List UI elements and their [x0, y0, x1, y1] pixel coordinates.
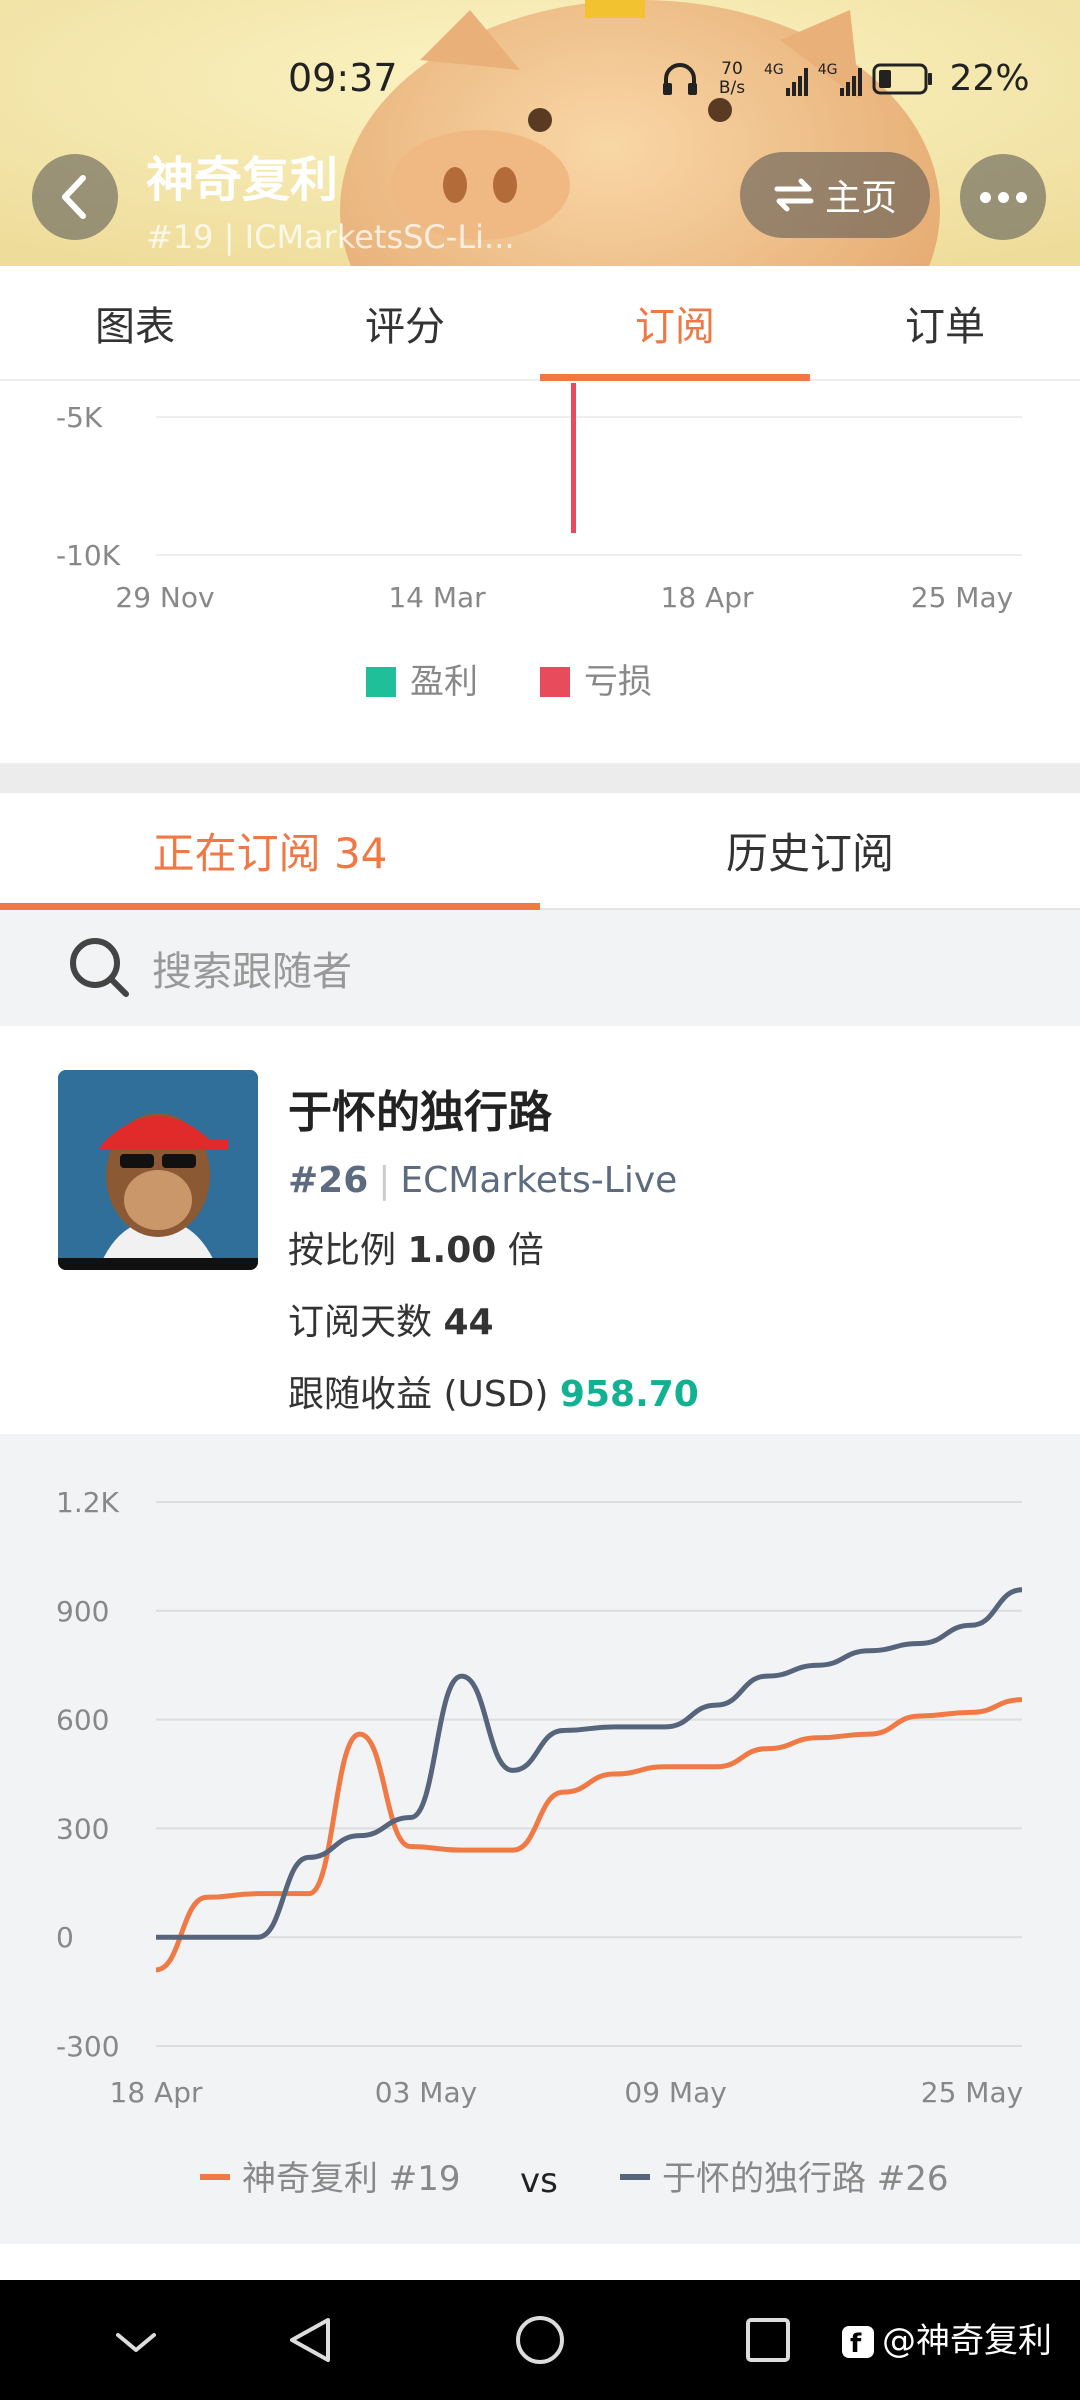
days-label: 订阅天数 — [288, 1302, 433, 1343]
avatar[interactable] — [58, 1070, 258, 1270]
follower-card[interactable]: 于怀的独行路 #26 | ECMarkets-Live 按比例 1.00 倍 订阅天… — [0, 1026, 1080, 1434]
follower-days: 订阅天数 44 — [288, 1293, 699, 1345]
watermark-text: @神奇复利 — [882, 2321, 1052, 2361]
more-options-button[interactable] — [960, 154, 1046, 240]
section-separator — [0, 763, 1080, 793]
tab-history-subscriptions[interactable]: 历史订阅 — [540, 793, 1080, 908]
legend-swatch-profit — [366, 667, 396, 697]
comparison-chart: 1.2K 900 600 300 0 -300 18 Apr 03 May 09 May 25 … — [0, 1434, 1080, 2244]
follower-server: ECMarkets-Live — [400, 1160, 678, 1201]
nav-back-icon[interactable] — [290, 2318, 330, 2362]
header-banner: 09:37 70 B/s 4G 4G 22% 神奇复利 #19 | ICMarke… — [0, 0, 1080, 266]
legend-profit-label: 盈利 — [410, 662, 478, 702]
follower-profit: 跟随收益 (USD) 958.70 — [288, 1365, 699, 1417]
status-time: 09:37 — [288, 56, 398, 100]
legend-loss-label: 亏损 — [584, 662, 652, 702]
x-tick-label: 14 Mar — [388, 581, 486, 614]
x-tick-label: 29 Nov — [115, 581, 214, 614]
nav-icons: f @神奇复利 — [116, 2316, 1052, 2364]
search-bar[interactable]: 搜索跟随者 — [0, 910, 1080, 1026]
ratio-unit: 倍 — [507, 1230, 544, 1271]
days-value: 44 — [443, 1302, 494, 1343]
x-tick-label: 09 May — [624, 2076, 726, 2109]
y-tick-label: 300 — [56, 1812, 109, 1845]
tab-subscription[interactable]: 订阅 — [540, 266, 810, 381]
legend-swatch-loss — [540, 667, 570, 697]
y-tick-label: -5K — [56, 401, 103, 434]
ratio-value: 1.00 — [407, 1230, 497, 1271]
ratio-label: 按比例 — [288, 1230, 397, 1271]
y-tick-label: -10K — [56, 539, 121, 572]
profit-loss-chart-svg: -5K -10K 29 Nov 14 Mar 18 Apr 25 May 盈利 … — [56, 383, 1022, 702]
legend-label-a: 神奇复利 #19 — [242, 2159, 461, 2199]
ape-avatar-image — [58, 1070, 258, 1270]
x-tick-label: 18 Apr — [110, 2076, 203, 2109]
net-speed-value: 70 — [721, 58, 743, 79]
page-subtitle: #19 | ICMarketsSC-Li... — [146, 218, 515, 256]
net-speed: 70 B/s — [710, 58, 754, 98]
series-line-b — [156, 1587, 1023, 1940]
tab-rating[interactable]: 评分 — [270, 266, 540, 379]
loss-bar — [571, 383, 576, 533]
system-nav-bar: f @神奇复利 — [0, 2280, 1080, 2400]
follower-ratio: 按比例 1.00 倍 — [288, 1221, 699, 1273]
tab-orders[interactable]: 订单 — [810, 266, 1080, 379]
battery-percent: 22% — [949, 58, 1030, 99]
swap-icon — [774, 178, 814, 212]
divider: | — [378, 1160, 391, 1201]
x-tick-label: 25 May — [911, 581, 1013, 614]
home-button[interactable]: 主页 — [740, 152, 930, 238]
search-icon — [70, 938, 129, 997]
series-line-a — [155, 1697, 1023, 1973]
profit-label: 跟随收益 (USD) — [288, 1374, 549, 1415]
x-tick-label: 03 May — [375, 2076, 477, 2109]
status-icons: 70 B/s 4G 4G 22% — [660, 58, 1030, 99]
profit-loss-chart: -5K -10K 29 Nov 14 Mar 18 Apr 25 May 盈利 … — [0, 383, 1080, 763]
header-titles: 神奇复利 #19 | ICMarketsSC-Li... — [146, 140, 566, 256]
y-tick-label: 600 — [56, 1704, 109, 1737]
signal-4g-icon-2: 4G — [818, 62, 862, 96]
x-tick-label: 25 May — [921, 2076, 1023, 2109]
legend-label-b: 于怀的独行路 #26 — [662, 2159, 949, 2199]
nav-recents-icon[interactable] — [746, 2318, 790, 2362]
nav-home-icon[interactable] — [516, 2316, 564, 2364]
chevron-left-icon — [62, 175, 86, 219]
search-input[interactable]: 搜索跟随者 — [152, 939, 352, 997]
tab-chart[interactable]: 图表 — [0, 266, 270, 379]
tab-current-subscriptions[interactable]: 正在订阅 34 — [0, 793, 540, 910]
y-tick-label: 900 — [56, 1595, 109, 1628]
y-tick-label: 1.2K — [56, 1486, 120, 1519]
subscription-tabs: 正在订阅 34 历史订阅 — [0, 793, 1080, 910]
status-bar: 09:37 70 B/s 4G 4G 22% — [0, 48, 1080, 112]
signal-4g-icon: 4G — [764, 62, 808, 96]
net-speed-unit: B/s — [718, 77, 746, 98]
page-title: 神奇复利 — [146, 152, 339, 208]
follower-account: #26 | ECMarkets-Live — [288, 1160, 699, 1201]
headphones-icon — [663, 62, 697, 95]
follower-name[interactable]: 于怀的独行路 — [288, 1076, 699, 1140]
home-button-label: 主页 — [824, 178, 897, 219]
back-button[interactable] — [32, 154, 118, 240]
follower-info: 于怀的独行路 #26 | ECMarkets-Live 按比例 1.00 倍 订阅天… — [288, 1076, 699, 1417]
facebook-f-glyph: f — [850, 2329, 862, 2359]
nav-collapse-icon[interactable] — [116, 2333, 156, 2352]
battery-icon — [872, 63, 932, 94]
signal-2-label: 4G — [817, 61, 838, 78]
follower-rank: #26 — [288, 1160, 369, 1201]
comparison-chart-svg: 1.2K 900 600 300 0 -300 18 Apr 03 May 09 May 25 … — [56, 1486, 1023, 2201]
app-root: { "status_bar": {"time": "09:37", "net_s… — [0, 0, 1080, 2400]
profit-value: 958.70 — [559, 1374, 699, 1415]
signal-1-label: 4G — [764, 61, 784, 78]
y-tick-label: 0 — [56, 1921, 74, 1954]
y-tick-label: -300 — [56, 2030, 120, 2063]
legend-vs: vs — [520, 2161, 558, 2201]
x-tick-label: 18 Apr — [661, 581, 754, 614]
main-tabs: 图表 评分 订阅 订单 — [0, 266, 1080, 381]
